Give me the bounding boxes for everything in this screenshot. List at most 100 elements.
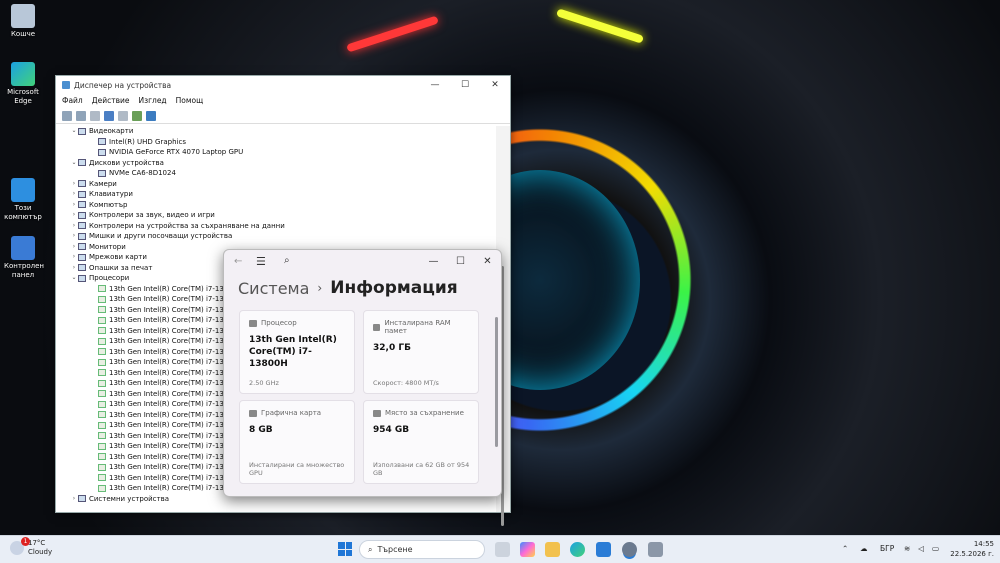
device-icon xyxy=(98,400,106,408)
tree-node-label: Системни устройства xyxy=(89,494,169,503)
wifi-icon[interactable]: ≋ xyxy=(904,544,910,553)
expand-chevron-icon[interactable]: › xyxy=(70,242,78,253)
menu-hamburger-icon[interactable]: ☰ xyxy=(256,255,266,268)
expand-chevron-icon[interactable]: ⌄ xyxy=(70,158,78,169)
control-panel-icon xyxy=(11,236,35,260)
menu-item[interactable]: Изглед xyxy=(138,96,166,106)
device-icon xyxy=(98,295,106,303)
card-subtext: 2.50 GHz xyxy=(249,379,279,387)
expand-chevron-icon[interactable]: › xyxy=(70,263,78,274)
tree-node-label: Контролери на устройства за съхраняване … xyxy=(89,221,285,230)
forward-arrow-icon[interactable] xyxy=(76,110,86,121)
expand-chevron-icon[interactable]: › xyxy=(70,221,78,232)
tree-node[interactable]: › Клавиатури xyxy=(56,189,496,200)
back-arrow-icon[interactable]: ← xyxy=(234,256,242,267)
maximize-button[interactable]: ☐ xyxy=(447,250,474,272)
tree-node[interactable]: › Контролери за звук, видео и игри xyxy=(56,210,496,221)
device-icon xyxy=(98,369,106,377)
ram-card[interactable]: Инсталирана RAM памет 32,0 ГБ Скорост: 480… xyxy=(363,310,479,394)
help-icon[interactable] xyxy=(104,110,114,121)
gpu-card[interactable]: Графична карта 8 GB Инсталирани са множест… xyxy=(239,400,355,484)
card-value: 954 GB xyxy=(373,425,410,435)
expand-chevron-icon[interactable]: › xyxy=(70,189,78,200)
storage-card[interactable]: Място за съхранение 954 GB Използвани са 6… xyxy=(363,400,479,484)
windows-start-icon[interactable] xyxy=(338,542,352,556)
desktop-item[interactable]: Контролен панел xyxy=(4,236,44,280)
tree-node-label: Камери xyxy=(89,179,117,188)
expand-chevron-icon[interactable]: › xyxy=(70,200,78,211)
device-icon xyxy=(98,327,106,335)
device-icon xyxy=(78,190,86,198)
maximize-button[interactable]: ☐ xyxy=(450,76,480,94)
notification-badge: 1 xyxy=(21,537,30,546)
clock[interactable]: 14:55 22.5.2026 г. xyxy=(950,539,994,559)
weather-widget[interactable]: 1 17°C Cloudy xyxy=(8,537,52,557)
card-label: Инсталирана RAM памет xyxy=(384,319,451,335)
volume-icon[interactable]: ◁ xyxy=(918,544,924,553)
device-icon xyxy=(98,432,106,440)
expand-chevron-icon[interactable]: › xyxy=(70,252,78,263)
menu-bar: Файл Действие Изглед Помощ xyxy=(56,94,510,108)
view-icon[interactable] xyxy=(118,110,128,121)
tree-node[interactable]: ⌄ Дискови устройства xyxy=(56,158,496,169)
search-icon[interactable]: ⌕ xyxy=(284,255,290,266)
close-button[interactable]: ✕ xyxy=(474,250,501,272)
device-icon xyxy=(98,306,106,314)
expand-chevron-icon[interactable]: ⌄ xyxy=(70,273,78,284)
tree-node-label: Процесори xyxy=(89,274,130,282)
copilot-icon[interactable] xyxy=(520,542,535,557)
settings-scrollbar[interactable] xyxy=(495,317,498,447)
device-icon xyxy=(98,316,106,324)
device-icon xyxy=(78,180,86,188)
desktop-item[interactable]: Microsoft Edge xyxy=(4,62,42,106)
settings-titlebar[interactable]: ← ☰ ⌕ — ☐ ✕ xyxy=(224,250,501,276)
monitor-icon[interactable] xyxy=(146,110,156,121)
tree-node[interactable]: › Мишки и други посочващи устройства xyxy=(56,231,496,242)
minimize-button[interactable]: — xyxy=(420,76,450,94)
tree-node[interactable]: › Камери xyxy=(56,179,496,190)
tree-node[interactable]: Intel(R) UHD Graphics xyxy=(56,137,496,148)
edge-icon[interactable] xyxy=(570,542,585,557)
settings-gear-icon[interactable] xyxy=(622,542,637,557)
device-manager-taskbar-icon[interactable] xyxy=(648,542,663,557)
card-label-row: Графична карта xyxy=(249,409,345,417)
taskbar-search[interactable]: ⌕ Търсене xyxy=(359,540,485,559)
device-icon xyxy=(98,379,106,387)
close-button[interactable]: ✕ xyxy=(480,76,510,94)
desktop-item[interactable]: Кошче xyxy=(4,4,42,39)
tree-node[interactable]: NVMe CA6-8D1024 xyxy=(56,168,496,179)
breadcrumb-parent[interactable]: Система xyxy=(238,279,309,298)
minimize-button[interactable]: — xyxy=(420,250,447,272)
tree-node[interactable]: NVIDIA GeForce RTX 4070 Laptop GPU xyxy=(56,147,496,158)
processor-card[interactable]: Процесор 13th Gen Intel(R) Core(TM) i7-13… xyxy=(239,310,355,394)
settings-window[interactable]: ← ☰ ⌕ — ☐ ✕ Система › Информация Процесо… xyxy=(223,249,502,497)
device-manager-titlebar[interactable]: Диспечер на устройства — ☐ ✕ xyxy=(56,76,510,94)
file-explorer-icon[interactable] xyxy=(545,542,560,557)
language-indicator[interactable]: БГР xyxy=(880,544,894,553)
expand-chevron-icon[interactable]: › xyxy=(70,210,78,221)
expand-chevron-icon[interactable]: ⌄ xyxy=(70,126,78,137)
menu-item[interactable]: Помощ xyxy=(176,96,204,106)
menu-item[interactable]: Действие xyxy=(92,96,130,106)
expand-chevron-icon[interactable]: › xyxy=(70,231,78,242)
battery-icon[interactable]: ▭ xyxy=(932,544,939,553)
chevron-up-icon[interactable]: ⌃ xyxy=(842,544,848,553)
menu-item[interactable]: Файл xyxy=(62,96,83,106)
task-view-icon[interactable] xyxy=(495,542,510,557)
device-icon xyxy=(78,495,86,503)
tree-node-label: Опашки за печат xyxy=(89,263,153,272)
desktop-item-label: Microsoft Edge xyxy=(7,88,39,105)
properties-icon[interactable] xyxy=(90,110,100,121)
expand-chevron-icon[interactable]: › xyxy=(70,494,78,505)
tree-node[interactable]: › Контролери на устройства за съхраняване… xyxy=(56,221,496,232)
desktop-item[interactable]: Този компютър xyxy=(4,178,42,222)
tree-node[interactable]: › Компютър xyxy=(56,200,496,211)
expand-chevron-icon[interactable]: › xyxy=(70,179,78,190)
update-driver-icon[interactable] xyxy=(132,110,142,121)
back-arrow-icon[interactable] xyxy=(62,110,72,121)
tree-node[interactable]: ⌄ Видеокарти xyxy=(56,126,496,137)
tree-node-label: Контролери за звук, видео и игри xyxy=(89,211,215,219)
cloud-sync-icon[interactable]: ☁ xyxy=(860,544,868,553)
device-icon xyxy=(78,253,86,261)
store-icon[interactable] xyxy=(596,542,611,557)
